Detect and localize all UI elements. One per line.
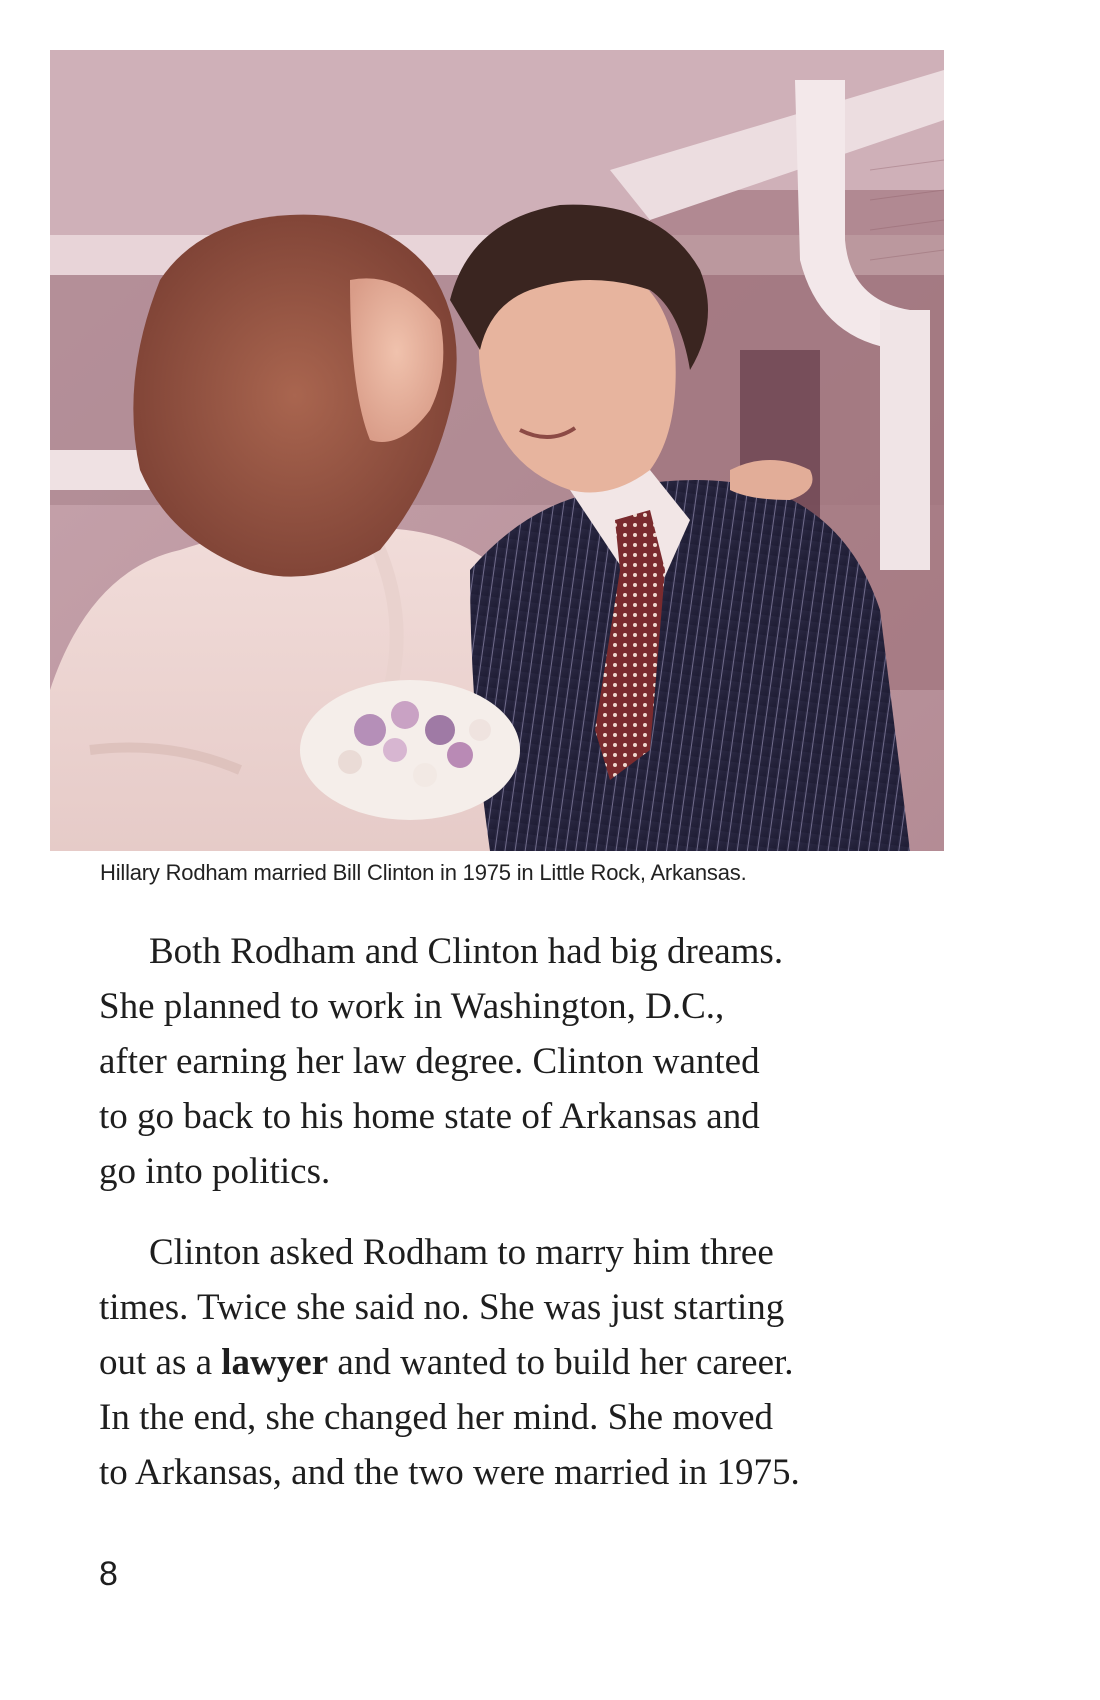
text-line: In the end, she changed her mind. She mo… [99,1397,774,1438]
text-line: Clinton asked Rodham to marry him three [149,1232,774,1273]
text-line: out as a lawyer and wanted to build her … [99,1335,919,1390]
text-line: go into politics. [99,1151,331,1192]
wedding-photo-illustration [50,50,944,851]
photo-caption: Hillary Rodham married Bill Clinton in 1… [100,860,747,885]
text-line: times. Twice she said no. She was just s… [99,1287,785,1328]
text-line: to Arkansas, and the two were married in… [99,1452,800,1493]
body-text: Both Rodham and Clinton had big dreams. … [99,924,919,1526]
text-segment: out as a [99,1342,222,1383]
text-line: to go back to his home state of Arkansas… [99,1096,760,1137]
text-line: She planned to work in Washington, D.C., [99,986,725,1027]
text-line: after earning her law degree. Clinton wa… [99,1041,760,1082]
text-line: Both Rodham and Clinton had big dreams. [149,931,784,972]
page-number: 8 [99,1555,118,1593]
wedding-photo [50,50,944,851]
glossary-term-lawyer: lawyer [221,1342,329,1383]
text-segment: and wanted to build her career. [328,1342,794,1383]
paragraph-2: Clinton asked Rodham to marry him three … [99,1225,919,1500]
paragraph-1: Both Rodham and Clinton had big dreams. … [99,924,919,1199]
